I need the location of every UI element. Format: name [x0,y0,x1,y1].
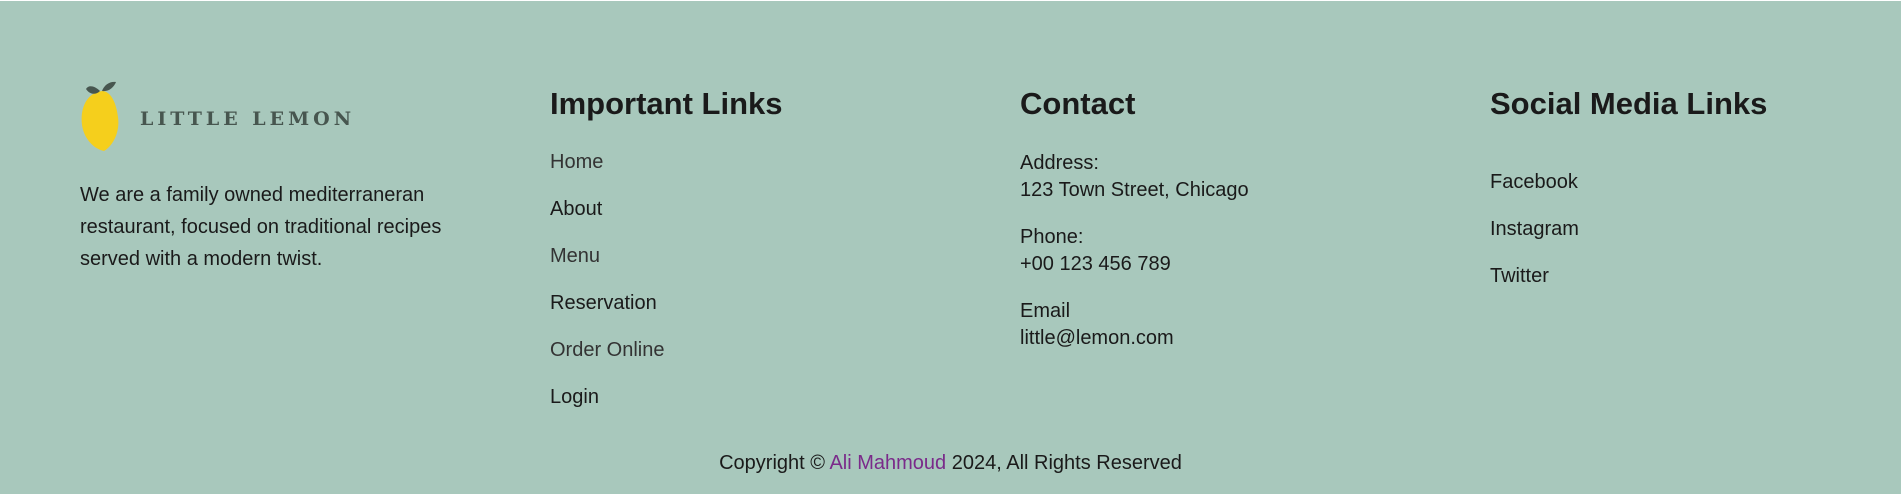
contact-heading: Contact [1020,86,1136,121]
contact-email: Email little@lemon.com [1020,298,1249,352]
contact-address: Address: 123 Town Street, Chicago [1020,150,1249,204]
link-menu[interactable]: Menu [550,244,783,291]
brand-description: We are a family owned mediterraneran res… [80,184,442,270]
social-media-heading: Social Media Links [1490,86,1768,121]
link-login[interactable]: Login [550,385,783,432]
email-value: little@lemon.com [1020,327,1174,349]
contact-column: Contact Address: 123 Town Street, Chicag… [1020,81,1249,372]
important-links-column: Important Links Home About Menu Reservat… [550,81,783,432]
link-instagram[interactable]: Instagram [1490,217,1767,264]
copyright-suffix: 2024, All Rights Reserved [951,452,1182,474]
phone-label: Phone: [1020,226,1084,248]
important-links-list: Home About Menu Reservation Order Online… [550,150,783,432]
copyright-prefix: Copyright © [719,452,825,474]
link-home[interactable]: Home [550,150,783,197]
link-facebook[interactable]: Facebook [1490,170,1767,217]
logo[interactable]: LITTLE LEMON [80,81,480,153]
address-label: Address: [1020,152,1099,174]
contact-details: Address: 123 Town Street, Chicago Phone:… [1020,150,1249,352]
link-reservation[interactable]: Reservation [550,291,783,338]
email-label: Email [1020,300,1071,322]
social-media-column: Social Media Links Facebook Instagram Tw… [1490,81,1767,311]
logo-text: LITTLE LEMON [140,108,356,130]
phone-value: +00 123 456 789 [1020,253,1171,275]
lemon-logo-icon [81,81,119,151]
copyright-notice: Copyright © Ali Mahmoud 2024, All Rights… [0,449,1901,477]
site-footer: LITTLE LEMON We are a family owned medit… [0,1,1901,494]
link-order-online[interactable]: Order Online [550,338,783,385]
link-about[interactable]: About [550,197,783,244]
link-twitter[interactable]: Twitter [1490,264,1767,311]
author-link[interactable]: Ali Mahmoud [829,452,946,474]
address-value: 123 Town Street, Chicago [1020,179,1249,201]
important-links-heading: Important Links [550,86,783,121]
footer-brand-column: LITTLE LEMON We are a family owned medit… [80,81,480,295]
contact-phone: Phone: +00 123 456 789 [1020,224,1249,278]
social-media-list: Facebook Instagram Twitter [1490,170,1767,311]
